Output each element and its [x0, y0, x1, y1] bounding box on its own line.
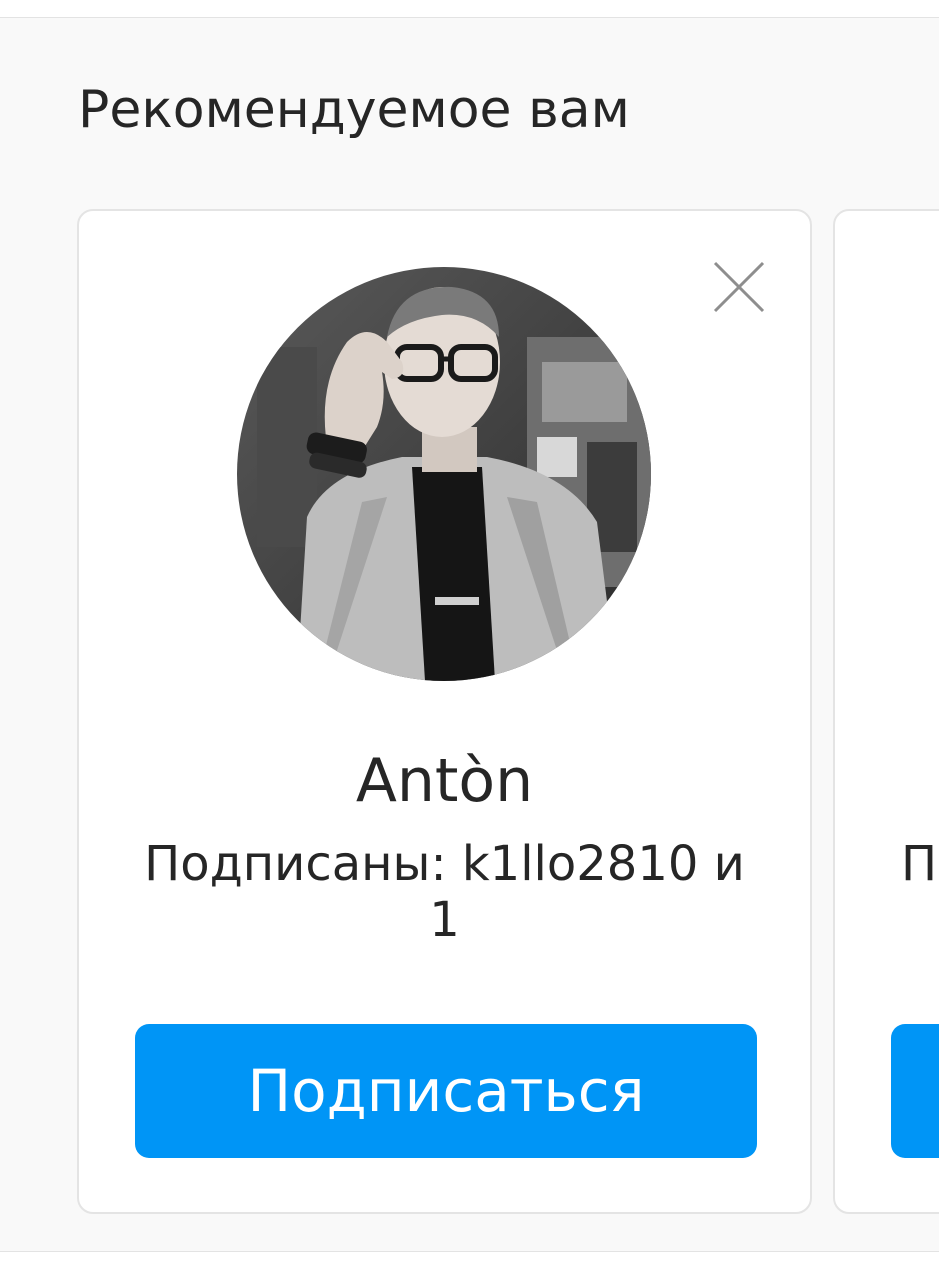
bottom-strip: [0, 1252, 939, 1280]
follow-button[interactable]: [891, 1024, 939, 1158]
avatar[interactable]: [237, 267, 651, 681]
follow-button[interactable]: Подписаться: [135, 1024, 757, 1158]
top-strip: [0, 0, 939, 17]
section-title: Рекомендуемое вам: [78, 80, 630, 140]
profile-name[interactable]: Antòn: [79, 746, 810, 816]
suggestion-card: Antòn Подписаны: k1llo2810 и 1 Подписать…: [77, 209, 812, 1214]
mutual-followers-text: П: [901, 836, 938, 892]
mutual-followers-text: Подписаны: k1llo2810 и 1: [144, 836, 745, 948]
suggestion-card-partial: П: [833, 209, 939, 1214]
suggested-for-you-section: Рекомендуемое вам Antòn Подписаны: k1llo…: [0, 17, 939, 1252]
close-icon[interactable]: [709, 257, 769, 317]
